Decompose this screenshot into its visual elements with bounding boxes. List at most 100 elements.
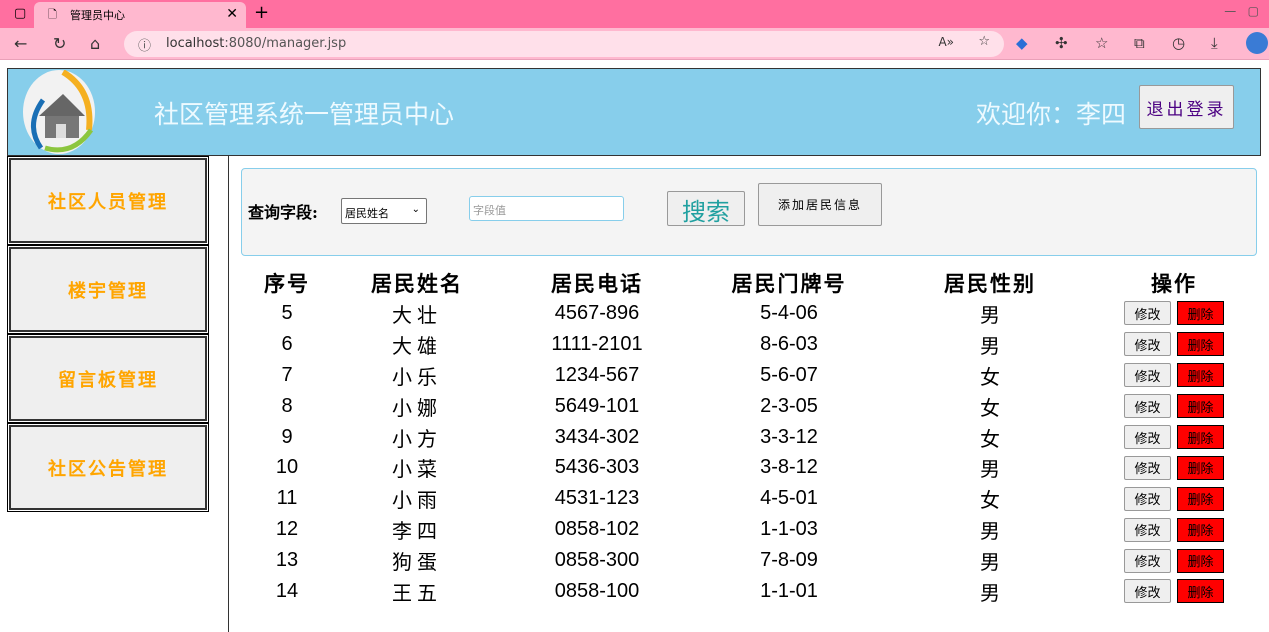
delete-button[interactable]: 删除 (1177, 517, 1224, 542)
table-cell: 1234-567 (554, 363, 640, 386)
logout-button[interactable]: 退出登录 (1139, 85, 1234, 129)
actions-cell: 修改 删除 (1096, 545, 1252, 576)
url-path: :8080/manager.jsp (224, 36, 347, 51)
edit-button[interactable]: 修改 (1124, 548, 1171, 573)
table-cell: 男 (980, 582, 1000, 605)
column-header: 居民电话 (551, 271, 643, 296)
back-icon[interactable]: ← (14, 34, 27, 53)
sidebar-item-label[interactable]: 楼宇管理 (9, 247, 207, 332)
table-cell: 5-4-06 (760, 301, 818, 324)
info-icon[interactable]: ⓘ (138, 35, 151, 54)
extensions-icon[interactable]: ✣ (1055, 34, 1068, 52)
table-row: 14 王五 0858-100 1-1-01 男 修改 删除 (240, 576, 1252, 607)
sidebar-item-message-board[interactable]: 留言板管理 (7, 334, 209, 423)
new-tab-icon[interactable]: + (254, 2, 269, 23)
table-row: 13 狗蛋 0858-300 7-8-09 男 修改 删除 (240, 545, 1252, 576)
edit-button[interactable]: 修改 (1124, 425, 1171, 449)
delete-button[interactable]: 删除 (1177, 548, 1224, 573)
query-field-select[interactable]: 居民姓名 ⌄ (341, 198, 427, 224)
table-cell: 0858-100 (554, 579, 640, 602)
extension-icon[interactable]: ◆ (1016, 34, 1028, 52)
table-row: 5 大壮 4567-896 5-4-06 男 修改 删除 (240, 298, 1252, 329)
favorites-icon[interactable]: ☆ (1095, 34, 1108, 52)
table-cell: 男 (980, 459, 1000, 482)
table-cell: 7-8-09 (760, 549, 818, 572)
delete-button[interactable]: 删除 (1177, 455, 1224, 480)
url-field[interactable]: ⓘ localhost:8080/manager.jsp A» ☆ (124, 31, 1004, 57)
collections-icon[interactable]: ⧉ (1134, 34, 1145, 52)
table-cell: 6 (281, 332, 293, 355)
table-cell: 3434-302 (554, 425, 640, 448)
table-cell: 小乐 (392, 366, 442, 389)
field-value-input[interactable]: 字段值 (469, 196, 624, 221)
actions-cell: 修改 删除 (1096, 360, 1252, 391)
tab-actions-icon[interactable]: ▢ (14, 6, 26, 21)
edit-button[interactable]: 修改 (1124, 394, 1171, 419)
sidebar-item-buildings[interactable]: 楼宇管理 (7, 245, 209, 334)
sidebar-item-announcements[interactable]: 社区公告管理 (7, 423, 209, 512)
edit-button[interactable]: 修改 (1124, 517, 1171, 542)
delete-button[interactable]: 删除 (1177, 579, 1224, 604)
sidebar-item-label[interactable]: 社区人员管理 (9, 158, 207, 243)
actions-cell: 修改 删除 (1096, 391, 1252, 422)
delete-button[interactable]: 删除 (1177, 486, 1224, 511)
home-icon[interactable]: ⌂ (90, 34, 100, 53)
table-cell: 小菜 (392, 459, 442, 482)
delete-button[interactable]: 删除 (1177, 332, 1224, 357)
edit-button[interactable]: 修改 (1124, 579, 1171, 604)
profile-avatar[interactable] (1246, 32, 1268, 54)
sidebar-item-label[interactable]: 留言板管理 (9, 336, 207, 421)
column-header: 序号 (264, 271, 310, 296)
browser-tab-bar: ▢ 🗋 管理员中心 ✕ + — ▢ (0, 0, 1269, 28)
table-cell: 7 (281, 363, 293, 386)
table-cell: 1-1-03 (760, 518, 818, 541)
window-controls[interactable]: — ▢ (1224, 4, 1259, 18)
table-row: 6 大雄 1111-2101 8-6-03 男 修改 删除 (240, 329, 1252, 360)
browser-tab[interactable]: 🗋 管理员中心 ✕ (34, 2, 246, 28)
edit-button[interactable]: 修改 (1124, 486, 1171, 511)
table-row: 11 小雨 4531-123 4-5-01 女 修改 删除 (240, 483, 1252, 514)
close-tab-icon[interactable]: ✕ (226, 6, 238, 22)
actions-cell: 修改 删除 (1096, 329, 1252, 360)
favorite-icon[interactable]: ☆ (978, 34, 990, 49)
table-cell: 4531-123 (554, 487, 640, 510)
edit-button[interactable]: 修改 (1124, 301, 1171, 326)
table-cell: 4567-896 (554, 301, 640, 324)
edit-button[interactable]: 修改 (1124, 455, 1171, 480)
table-cell: 李四 (392, 521, 442, 544)
table-cell: 5 (281, 301, 293, 324)
edit-button[interactable]: 修改 (1124, 332, 1171, 357)
table-row: 8 小娜 5649-101 2-3-05 女 修改 删除 (240, 391, 1252, 422)
column-header: 操作 (1151, 271, 1197, 296)
welcome-text: 欢迎你：李四 (976, 100, 1127, 129)
refresh-icon[interactable]: ↻ (53, 34, 66, 53)
table-cell: 小娜 (392, 397, 442, 420)
sidebar-item-label[interactable]: 社区公告管理 (9, 425, 207, 510)
url-host: localhost (166, 36, 225, 51)
table-cell: 1111-2101 (551, 332, 643, 355)
sidebar-item-residents[interactable]: 社区人员管理 (7, 156, 209, 245)
edit-button[interactable]: 修改 (1124, 363, 1171, 388)
add-resident-button[interactable]: 添加居民信息 (758, 183, 882, 226)
column-header: 居民性别 (944, 271, 1036, 296)
search-button[interactable]: 搜索 (667, 191, 745, 226)
table-cell: 男 (980, 552, 1000, 575)
delete-button[interactable]: 删除 (1177, 425, 1224, 449)
download-icon[interactable]: ⤓ (1211, 34, 1218, 52)
table-cell: 3-8-12 (760, 456, 818, 479)
table-cell: 男 (980, 335, 1000, 358)
page-header: 社区管理系统一管理员中心 欢迎你：李四 退出登录 (7, 68, 1261, 156)
delete-button[interactable]: 删除 (1177, 363, 1224, 388)
delete-button[interactable]: 删除 (1177, 394, 1224, 419)
delete-button[interactable]: 删除 (1177, 301, 1224, 326)
table-cell: 4-5-01 (760, 487, 818, 510)
read-aloud-icon[interactable]: A» (938, 35, 954, 49)
column-header: 居民门牌号 (731, 271, 847, 296)
table-cell: 8-6-03 (760, 332, 818, 355)
actions-cell: 修改 删除 (1096, 452, 1252, 483)
table-cell: 5436-303 (554, 456, 640, 479)
table-cell: 10 (275, 456, 299, 479)
history-icon[interactable]: ◷ (1172, 34, 1185, 52)
table-cell: 女 (980, 366, 1000, 389)
actions-cell: 修改 删除 (1096, 483, 1252, 514)
